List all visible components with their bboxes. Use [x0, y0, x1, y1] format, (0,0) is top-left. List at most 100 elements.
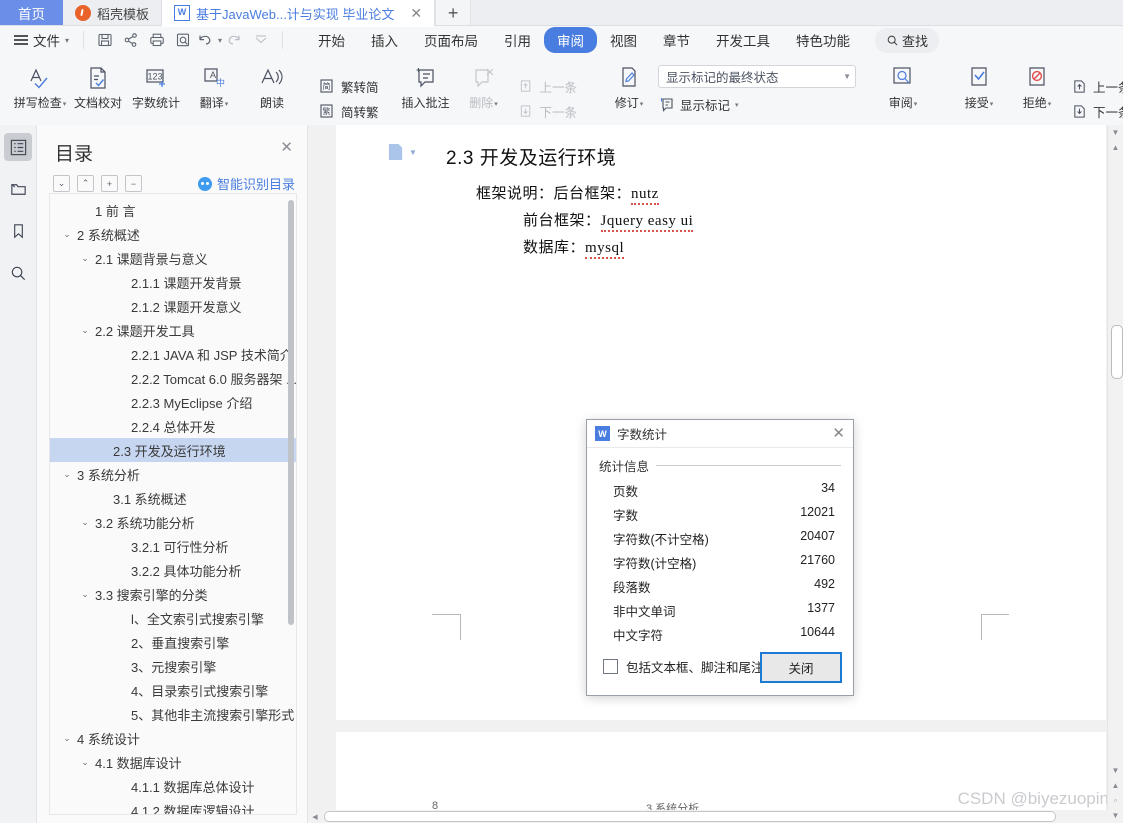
- chevron-down-icon[interactable]: ⌄: [78, 757, 92, 768]
- print-icon[interactable]: [144, 29, 170, 51]
- toc-item[interactable]: 5、其他非主流搜索引擎形式 ...: [50, 702, 296, 726]
- toc-item[interactable]: ⌄ 2.1 课题背景与意义: [50, 246, 296, 270]
- accept-button[interactable]: 接受▾: [950, 57, 1008, 112]
- horizontal-scroll-thumb[interactable]: [324, 811, 1056, 822]
- reject-button[interactable]: 拒绝▾: [1008, 57, 1066, 112]
- rail-thumbnail-button[interactable]: [4, 175, 32, 203]
- print-preview-icon[interactable]: [170, 29, 196, 51]
- chevron-down-icon[interactable]: ⌄: [60, 229, 74, 240]
- tab-home[interactable]: 首页: [0, 0, 63, 26]
- document-vertical-scrollbar[interactable]: ▼ ▲ ▼ ▲ ▫ ▼: [1107, 125, 1123, 823]
- toc-item[interactable]: 2.1.1 课题开发背景: [50, 270, 296, 294]
- ribbon-tab-pagelayout[interactable]: 页面布局: [411, 27, 491, 53]
- toc-item[interactable]: ⌄ 3.2 系统功能分析: [50, 510, 296, 534]
- toc-scrollbar-thumb[interactable]: [288, 200, 294, 625]
- dialog-title-bar[interactable]: W 字数统计 ✕: [587, 420, 853, 448]
- share-icon[interactable]: [118, 29, 144, 51]
- toc-item[interactable]: 4、目录索引式搜索引擎: [50, 678, 296, 702]
- toc-list[interactable]: 1 前 言 ⌄ 2 系统概述 ⌄ 2.1 课题背景与意义 2.1.1 课题开发背景 2.1.…: [49, 193, 297, 815]
- toc-item[interactable]: ⌄ 4 系统设计: [50, 726, 296, 750]
- include-textbox-checkbox[interactable]: [603, 659, 618, 674]
- ribbon-tab-review[interactable]: 审阅: [544, 27, 598, 53]
- proofread-button[interactable]: 文档校对: [69, 57, 127, 110]
- translate-button[interactable]: A 中 翻译▾: [185, 57, 243, 112]
- toc-plus-button[interactable]: +: [101, 175, 118, 192]
- wordcount-button[interactable]: 123 字数统计: [127, 57, 185, 110]
- tab-document[interactable]: W 基于JavaWeb...计与实现 毕业论文 ✕: [161, 0, 436, 27]
- ribbon-tab-chapter[interactable]: 章节: [650, 27, 703, 53]
- comment-balloon-icon[interactable]: ▼: [388, 143, 417, 162]
- scroll-up-icon[interactable]: ▲: [1108, 140, 1123, 155]
- rail-search-button[interactable]: [4, 259, 32, 287]
- toc-item[interactable]: 3.2.2 具体功能分析: [50, 558, 296, 582]
- toc-item[interactable]: ⌄ 3 系统分析: [50, 462, 296, 486]
- toc-collapse-up-button[interactable]: ⌃: [77, 175, 94, 192]
- find-button[interactable]: 查找: [875, 27, 940, 53]
- rail-outline-button[interactable]: [4, 133, 32, 161]
- prev-change-button[interactable]: 上一条: [1071, 77, 1123, 96]
- undo-icon[interactable]: ▾: [196, 29, 222, 51]
- customize-toolbar-icon[interactable]: [248, 29, 274, 51]
- ribbon-tab-start[interactable]: 开始: [305, 27, 358, 53]
- scroll-down-icon[interactable]: ▼: [1108, 763, 1123, 778]
- chevron-down-icon[interactable]: ▼: [409, 148, 417, 157]
- scroll-prev-page-btn-icon[interactable]: ▲: [1108, 778, 1123, 793]
- insert-comment-button[interactable]: 插入批注: [397, 57, 455, 110]
- chevron-down-icon[interactable]: ⌄: [60, 733, 74, 744]
- markup-state-select[interactable]: 显示标记的最终状态 ▼: [658, 65, 857, 88]
- toc-item[interactable]: 2.2.3 MyEclipse 介绍: [50, 390, 296, 414]
- chevron-down-icon[interactable]: ⌄: [78, 253, 92, 264]
- readaloud-button[interactable]: 朗读: [243, 57, 301, 110]
- toc-item[interactable]: 1 前 言: [50, 198, 296, 222]
- scroll-prev-page-icon[interactable]: ▼: [1108, 125, 1123, 140]
- file-menu-button[interactable]: 文件 ▾: [8, 28, 75, 52]
- scroll-left-icon[interactable]: ◀: [308, 813, 322, 821]
- toc-item[interactable]: 4.1.1 数据库总体设计: [50, 774, 296, 798]
- toc-close-icon[interactable]: ✕: [280, 140, 293, 155]
- new-tab-button[interactable]: +: [435, 0, 472, 26]
- toc-item[interactable]: 2.3 开发及运行环境: [50, 438, 296, 462]
- toc-item[interactable]: ⌄ 4.1 数据库设计: [50, 750, 296, 774]
- toc-item[interactable]: ⌄ 2 系统概述: [50, 222, 296, 246]
- toc-item[interactable]: ⌄ 2.2 课题开发工具: [50, 318, 296, 342]
- toc-item[interactable]: 3、元搜索引擎: [50, 654, 296, 678]
- toc-expand-down-button[interactable]: ⌄: [53, 175, 70, 192]
- simp-to-trad-button[interactable]: 繁 简转繁: [319, 102, 379, 121]
- show-markup-button[interactable]: 显示标记 ▾: [658, 95, 856, 114]
- toc-item[interactable]: ⌄ 3.3 搜索引擎的分类: [50, 582, 296, 606]
- chevron-down-icon[interactable]: ⌄: [60, 469, 74, 480]
- toc-minus-button[interactable]: −: [125, 175, 142, 192]
- toc-item[interactable]: 3.1 系统概述: [50, 486, 296, 510]
- chevron-down-icon[interactable]: ⌄: [78, 325, 92, 336]
- word-count-dialog[interactable]: W 字数统计 ✕ 统计信息 页数 34 字数 12021 字符数(不计空格) 20407 字…: [586, 419, 854, 696]
- ribbon-tab-insert[interactable]: 插入: [358, 27, 411, 53]
- chevron-down-icon[interactable]: ⌄: [78, 589, 92, 600]
- smart-toc-button[interactable]: 智能识别目录: [197, 174, 295, 193]
- review-button[interactable]: 审阅▾: [874, 57, 932, 112]
- dialog-close-button[interactable]: 关闭: [760, 652, 842, 683]
- toc-item[interactable]: 4.1.2 数据库逻辑设计: [50, 798, 296, 815]
- scroll-next-page-icon[interactable]: ▼: [1108, 808, 1123, 823]
- rail-bookmark-button[interactable]: [4, 217, 32, 245]
- toc-item[interactable]: 2.2.1 JAVA 和 JSP 技术简介: [50, 342, 296, 366]
- select-browse-object-icon[interactable]: ▫: [1108, 793, 1123, 808]
- toc-item[interactable]: 2.1.2 课题开发意义: [50, 294, 296, 318]
- tab-close-icon[interactable]: ✕: [410, 6, 422, 20]
- toc-item[interactable]: 3.2.1 可行性分析: [50, 534, 296, 558]
- chevron-down-icon[interactable]: ⌄: [78, 517, 92, 528]
- toc-item[interactable]: 2.2.4 总体开发: [50, 414, 296, 438]
- save-icon[interactable]: [92, 29, 118, 51]
- ribbon-tab-devtools[interactable]: 开发工具: [703, 27, 783, 53]
- ribbon-tab-features[interactable]: 特色功能: [783, 27, 863, 53]
- toc-item[interactable]: l、全文索引式搜索引擎: [50, 606, 296, 630]
- toc-item[interactable]: 2.2.2 Tomcat 6.0 服务器架 ...: [50, 366, 296, 390]
- vertical-scroll-thumb[interactable]: [1111, 325, 1123, 379]
- revise-button[interactable]: 修订▾: [600, 57, 658, 112]
- document-horizontal-scrollbar[interactable]: ◀: [308, 810, 1108, 823]
- ribbon-tab-view[interactable]: 视图: [597, 27, 650, 53]
- tab-docer-template[interactable]: 稻壳模板: [63, 0, 162, 26]
- ribbon-tab-reference[interactable]: 引用: [491, 27, 544, 53]
- toc-item[interactable]: 2、垂直搜索引擎: [50, 630, 296, 654]
- trad-to-simp-button[interactable]: 简 繁转简: [319, 77, 379, 96]
- next-change-button[interactable]: 下一条: [1071, 102, 1123, 121]
